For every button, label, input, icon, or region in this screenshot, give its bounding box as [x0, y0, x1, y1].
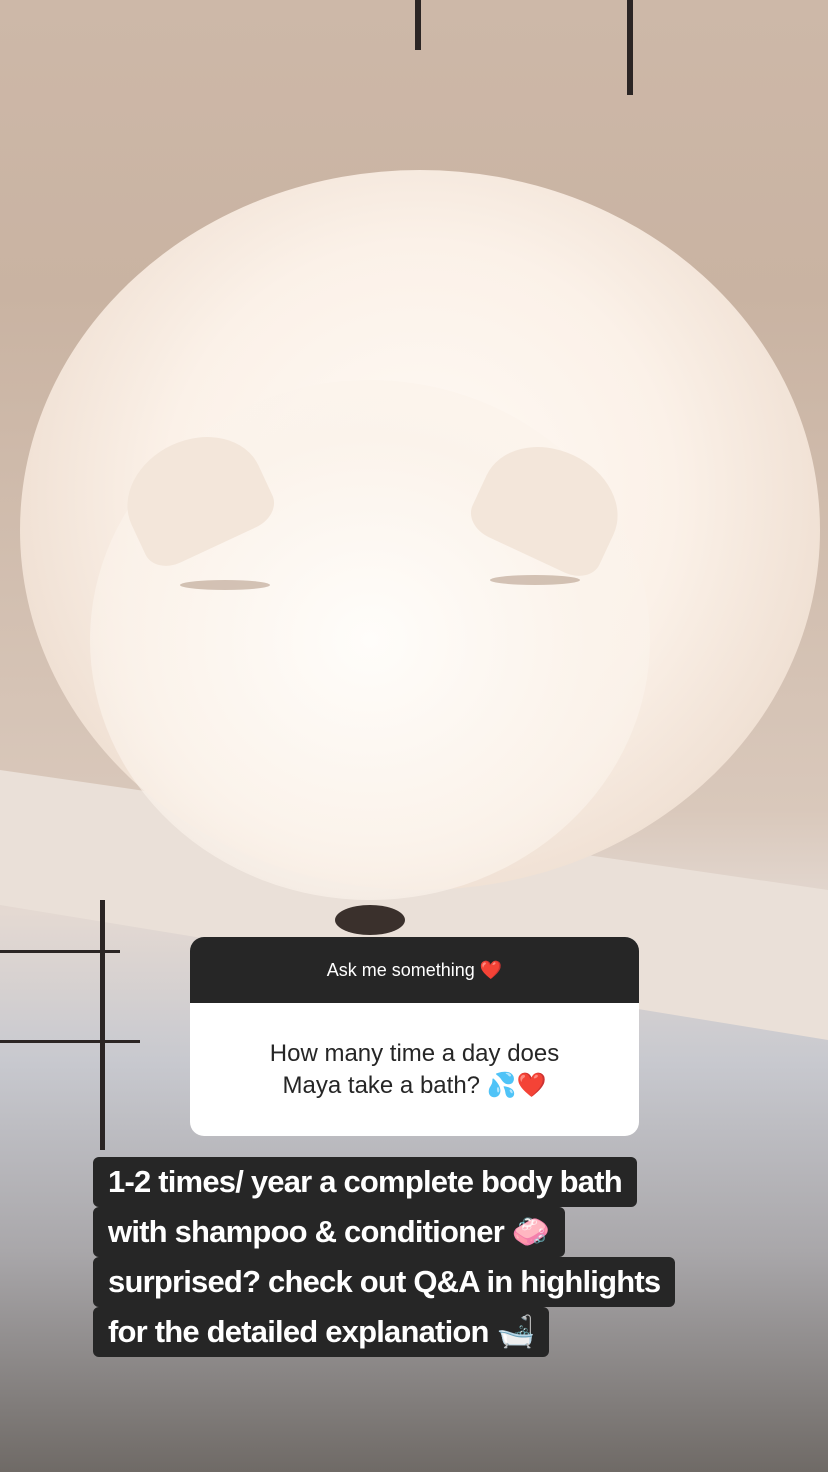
question-text: How many time a day does Maya take a bat… [269, 1039, 560, 1099]
tile-grout [0, 1040, 140, 1043]
caption-line: surprised? check out Q&A in highlights [93, 1257, 676, 1307]
story-caption: 1-2 times/ year a complete body bath wit… [93, 1157, 823, 1357]
caption-line: 1-2 times/ year a complete body bath [93, 1157, 637, 1207]
dog-nose [335, 905, 405, 935]
caption-line: with shampoo & conditioner 🧼 [93, 1207, 565, 1257]
caption-line: for the detailed explanation 🛁 [93, 1307, 550, 1357]
tile-grout [415, 0, 421, 50]
tile-grout [100, 900, 105, 1150]
dog-eye [490, 575, 580, 585]
tile-grout [627, 0, 633, 95]
question-sticker-header: Ask me something ❤️ [190, 937, 639, 1003]
question-sticker[interactable]: Ask me something ❤️ How many time a day … [190, 937, 639, 1136]
tile-grout [0, 950, 120, 953]
dog-eye [180, 580, 270, 590]
